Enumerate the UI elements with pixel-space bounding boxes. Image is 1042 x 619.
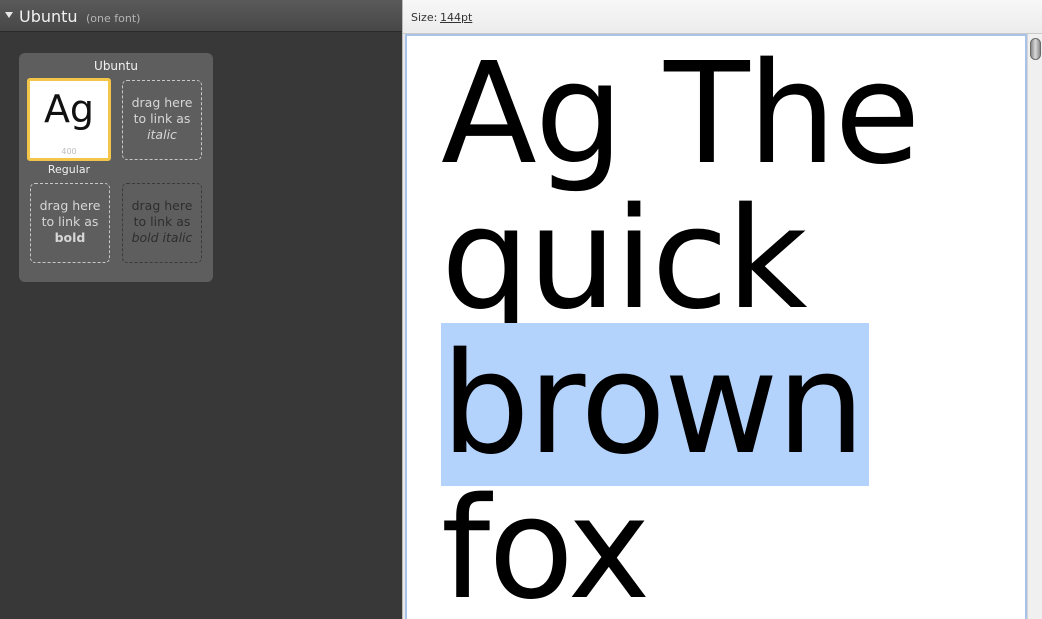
regular-sample: Ag [43, 87, 95, 131]
preview-line: fox [441, 468, 650, 619]
regular-weight: 400 [61, 147, 77, 156]
bold-slot-line1: drag here [39, 198, 101, 213]
scrollbar-thumb[interactable] [1030, 38, 1041, 60]
bold-italic-slot-style: bold italic [131, 230, 193, 245]
italic-slot-style: italic [147, 127, 177, 142]
preview-line: quick [441, 178, 808, 341]
font-count: (one font) [86, 12, 141, 25]
selected-text[interactable]: brown [441, 323, 870, 486]
bold-italic-slot-line2: to link as [133, 214, 191, 229]
italic-slot-line1: drag here [131, 95, 193, 110]
family-header[interactable]: Ubuntu (one font) [0, 0, 402, 32]
bold-italic-drop-slot[interactable]: drag here to link as bold italic [122, 183, 202, 263]
card-title: Ubuntu [94, 59, 138, 73]
size-value-link[interactable]: 144pt [440, 11, 472, 24]
vertical-scrollbar[interactable] [1027, 34, 1042, 619]
regular-font-slot[interactable]: Ag 400 [27, 78, 111, 161]
font-family-card: Ubuntu Ag 400 Regular drag here to link … [19, 53, 213, 282]
preview-panel: Size: 144pt Ag The quick brown fox [402, 0, 1042, 619]
italic-drop-slot[interactable]: drag here to link as italic [122, 80, 202, 160]
bold-italic-slot-line1: drag here [131, 198, 193, 213]
preview-toolbar: Size: 144pt [403, 0, 1042, 34]
preview-text-area[interactable]: Ag The quick brown fox [405, 34, 1027, 619]
bold-slot-style: bold [54, 230, 86, 245]
preview-line: Ag The [441, 34, 921, 196]
family-name: Ubuntu [19, 7, 78, 26]
bold-drop-slot[interactable]: drag here to link as bold [30, 183, 110, 263]
italic-slot-line2: to link as [133, 111, 191, 126]
regular-label: Regular [47, 163, 91, 176]
bold-slot-line2: to link as [41, 214, 99, 229]
font-family-panel: Ubuntu (one font) Ubuntu Ag 400 Regular … [0, 0, 402, 619]
preview-line-selected: brown [441, 323, 919, 486]
disclosure-triangle-icon[interactable] [5, 12, 13, 18]
size-label: Size: [411, 11, 438, 24]
preview-text[interactable]: Ag The quick brown fox [441, 34, 921, 619]
